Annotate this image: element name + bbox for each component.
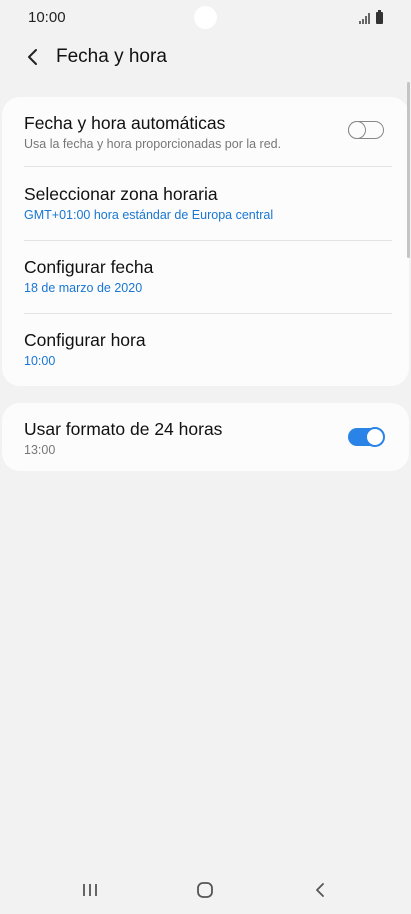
app-header: Fecha y hora	[0, 36, 411, 80]
recent-apps-button[interactable]	[72, 876, 108, 904]
set-date-title: Configurar fecha	[24, 257, 154, 277]
set-time-value: 10:00	[24, 354, 56, 368]
back-icon	[316, 883, 324, 897]
status-bar: 10:00	[0, 0, 411, 34]
nav-back-button[interactable]	[302, 876, 338, 904]
auto-datetime-subtitle: Usa la fecha y hora proporcionadas por l…	[24, 137, 282, 151]
home-button[interactable]	[187, 876, 223, 904]
page-title: Fecha y hora	[56, 46, 167, 67]
navigation-bar	[0, 866, 411, 914]
time-zone-title: Seleccionar zona horaria	[24, 184, 218, 204]
status-icons	[359, 10, 383, 24]
back-arrow-icon	[28, 49, 37, 65]
signal-icon	[359, 13, 370, 24]
toggle-knob	[347, 120, 366, 139]
format-24h-title: Usar formato de 24 horas	[24, 419, 223, 439]
home-icon	[197, 882, 213, 898]
settings-card-datetime: Fecha y hora automáticas Usa la fecha y …	[2, 97, 409, 386]
time-zone-value: GMT+01:00 hora estándar de Europa centra…	[24, 208, 274, 222]
back-button[interactable]	[18, 42, 48, 72]
set-time-row[interactable]: Configurar hora 10:00	[2, 314, 409, 386]
auto-datetime-row[interactable]: Fecha y hora automáticas Usa la fecha y …	[2, 97, 409, 167]
recent-apps-icon	[83, 884, 97, 896]
format-24h-toggle[interactable]	[348, 427, 385, 447]
settings-card-format: Usar formato de 24 horas 13:00	[2, 403, 409, 471]
toggle-knob	[365, 427, 385, 447]
set-date-value: 18 de marzo de 2020	[24, 281, 143, 295]
format-24h-value: 13:00	[24, 443, 56, 457]
auto-datetime-toggle[interactable]	[347, 120, 384, 139]
camera-cutout	[194, 6, 217, 29]
auto-datetime-title: Fecha y hora automáticas	[24, 113, 226, 133]
set-time-title: Configurar hora	[24, 330, 146, 350]
time-zone-row[interactable]: Seleccionar zona horaria GMT+01:00 hora …	[2, 167, 409, 240]
status-time: 10:00	[28, 9, 66, 26]
battery-icon	[376, 10, 383, 24]
format-24h-row[interactable]: Usar formato de 24 horas 13:00	[2, 403, 409, 471]
set-date-row[interactable]: Configurar fecha 18 de marzo de 2020	[2, 241, 409, 313]
scrollbar[interactable]	[407, 82, 410, 258]
